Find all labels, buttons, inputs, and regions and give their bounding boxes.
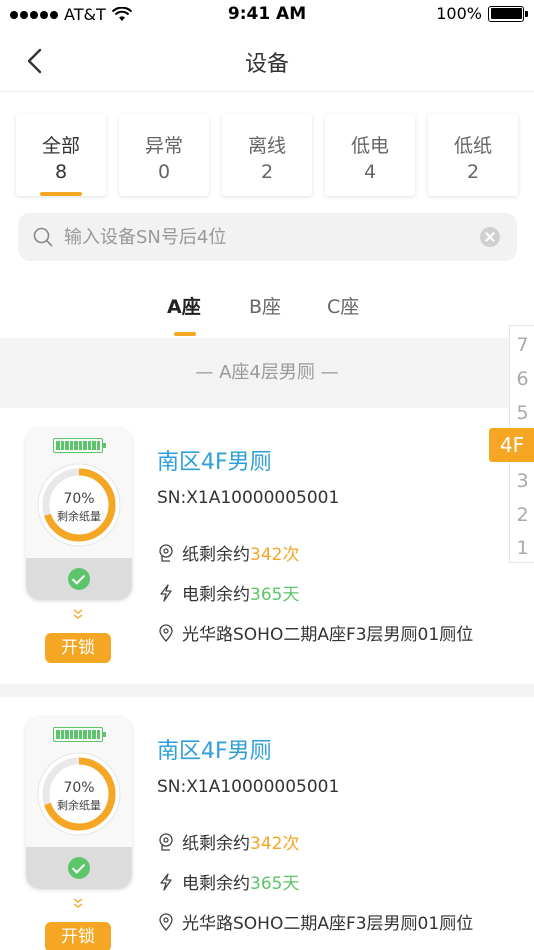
search-input[interactable]	[64, 213, 464, 261]
device-card[interactable]: 70% 剩余纸量 开锁 南区4F男厕 SN:X1A10000005001 纸剩余…	[0, 408, 534, 684]
section-header: — A座4层男厕 —	[0, 338, 534, 408]
paper-percent: 70%	[63, 780, 95, 796]
paper-label: 剩余纸量	[57, 799, 101, 812]
device-card[interactable]: 70% 剩余纸量 开锁 南区4F男厕 SN:X1A10000005001 纸剩余…	[0, 697, 534, 950]
power-remaining: 电剩余约 365天	[157, 580, 299, 605]
power-prefix: 电剩余约	[182, 585, 250, 605]
paper-prefix: 纸剩余约	[182, 834, 250, 854]
paper-value: 342次	[250, 834, 300, 854]
category-offline[interactable]: 离线 2	[222, 114, 312, 196]
paper-percent: 70%	[63, 491, 95, 507]
location-pin-icon	[159, 912, 173, 931]
search-bar	[18, 213, 517, 261]
tab-building-c[interactable]: C座	[327, 292, 359, 319]
paper-value: 342次	[250, 545, 300, 565]
double-chevron-down-icon[interactable]	[72, 897, 84, 909]
clear-icon[interactable]	[480, 227, 500, 247]
floor-3[interactable]: 3	[510, 464, 534, 498]
power-value: 365天	[250, 585, 300, 605]
category-abnormal[interactable]: 异常 0	[119, 114, 209, 196]
floor-7[interactable]: 7	[510, 328, 534, 362]
location-text: 光华路SOHO二期A座F3层男厕01厕位	[182, 625, 474, 645]
device-name: 南区4F男厕	[157, 739, 272, 764]
floor-4-active[interactable]: 4F	[489, 428, 534, 462]
paper-icon	[159, 832, 173, 851]
category-count: 2	[260, 161, 274, 183]
paper-label: 剩余纸量	[57, 510, 101, 523]
category-filters: 全部 8 异常 0 离线 2 低电 4 低纸 2	[16, 114, 518, 196]
power-value: 365天	[250, 874, 300, 894]
device-location: 光华路SOHO二期A座F3层男厕01厕位	[157, 909, 473, 934]
lightning-icon	[160, 872, 172, 891]
status-right: 100%	[436, 4, 528, 23]
paper-prefix: 纸剩余约	[182, 545, 250, 565]
device-illustration: 70% 剩余纸量	[26, 717, 132, 889]
battery-level-icon	[53, 438, 106, 453]
floor-5[interactable]: 5	[510, 396, 534, 430]
search-icon	[33, 227, 53, 247]
unlock-button[interactable]: 开锁	[45, 633, 111, 663]
device-status-area	[26, 558, 132, 600]
tab-building-b[interactable]: B座	[249, 292, 281, 319]
location-pin-icon	[159, 623, 173, 642]
page-title: 设备	[244, 52, 289, 77]
category-count: 2	[466, 161, 480, 183]
check-icon	[68, 568, 90, 590]
floor-index: 7 6 5 4F 3 2 1	[489, 325, 534, 565]
building-tabs: A座 B座 C座	[0, 282, 534, 338]
lightning-icon	[160, 583, 172, 602]
power-remaining: 电剩余约 365天	[157, 869, 299, 894]
paper-remaining: 纸剩余约 342次	[157, 540, 299, 565]
category-label: 离线	[247, 135, 286, 157]
power-prefix: 电剩余约	[182, 874, 250, 894]
category-count: 4	[363, 161, 377, 183]
device-sn: SN:X1A10000005001	[157, 777, 340, 797]
category-label: 异常	[144, 135, 183, 157]
category-count: 0	[157, 161, 171, 183]
check-icon	[68, 857, 90, 879]
category-low-paper[interactable]: 低纸 2	[428, 114, 518, 196]
navbar: 设备	[0, 30, 534, 92]
tab-indicator	[174, 332, 196, 336]
device-status-area	[26, 847, 132, 889]
category-all[interactable]: 全部 8	[16, 114, 106, 196]
category-count: 8	[54, 161, 68, 183]
floor-1[interactable]: 1	[510, 531, 534, 565]
unlock-button[interactable]: 开锁	[45, 922, 111, 950]
device-location: 光华路SOHO二期A座F3层男厕01厕位	[157, 620, 473, 645]
battery-percent: 100%	[436, 4, 482, 23]
tab-building-a[interactable]: A座	[167, 292, 201, 319]
battery-icon	[488, 5, 528, 22]
paper-remaining: 纸剩余约 342次	[157, 829, 299, 854]
device-name: 南区4F男厕	[157, 450, 272, 475]
paper-icon	[159, 543, 173, 562]
category-label: 低电	[350, 135, 389, 157]
card-divider	[0, 684, 534, 697]
floor-2[interactable]: 2	[510, 498, 534, 532]
category-label: 全部	[41, 135, 80, 157]
battery-level-icon	[53, 727, 106, 742]
floor-6[interactable]: 6	[510, 362, 534, 396]
device-illustration: 70% 剩余纸量	[26, 428, 132, 600]
category-low-power[interactable]: 低电 4	[325, 114, 415, 196]
device-sn: SN:X1A10000005001	[157, 488, 340, 508]
status-bar: AT&T 9:41 AM 100%	[0, 0, 534, 30]
double-chevron-down-icon[interactable]	[72, 608, 84, 620]
location-text: 光华路SOHO二期A座F3层男厕01厕位	[182, 914, 474, 934]
category-label: 低纸	[453, 135, 492, 157]
